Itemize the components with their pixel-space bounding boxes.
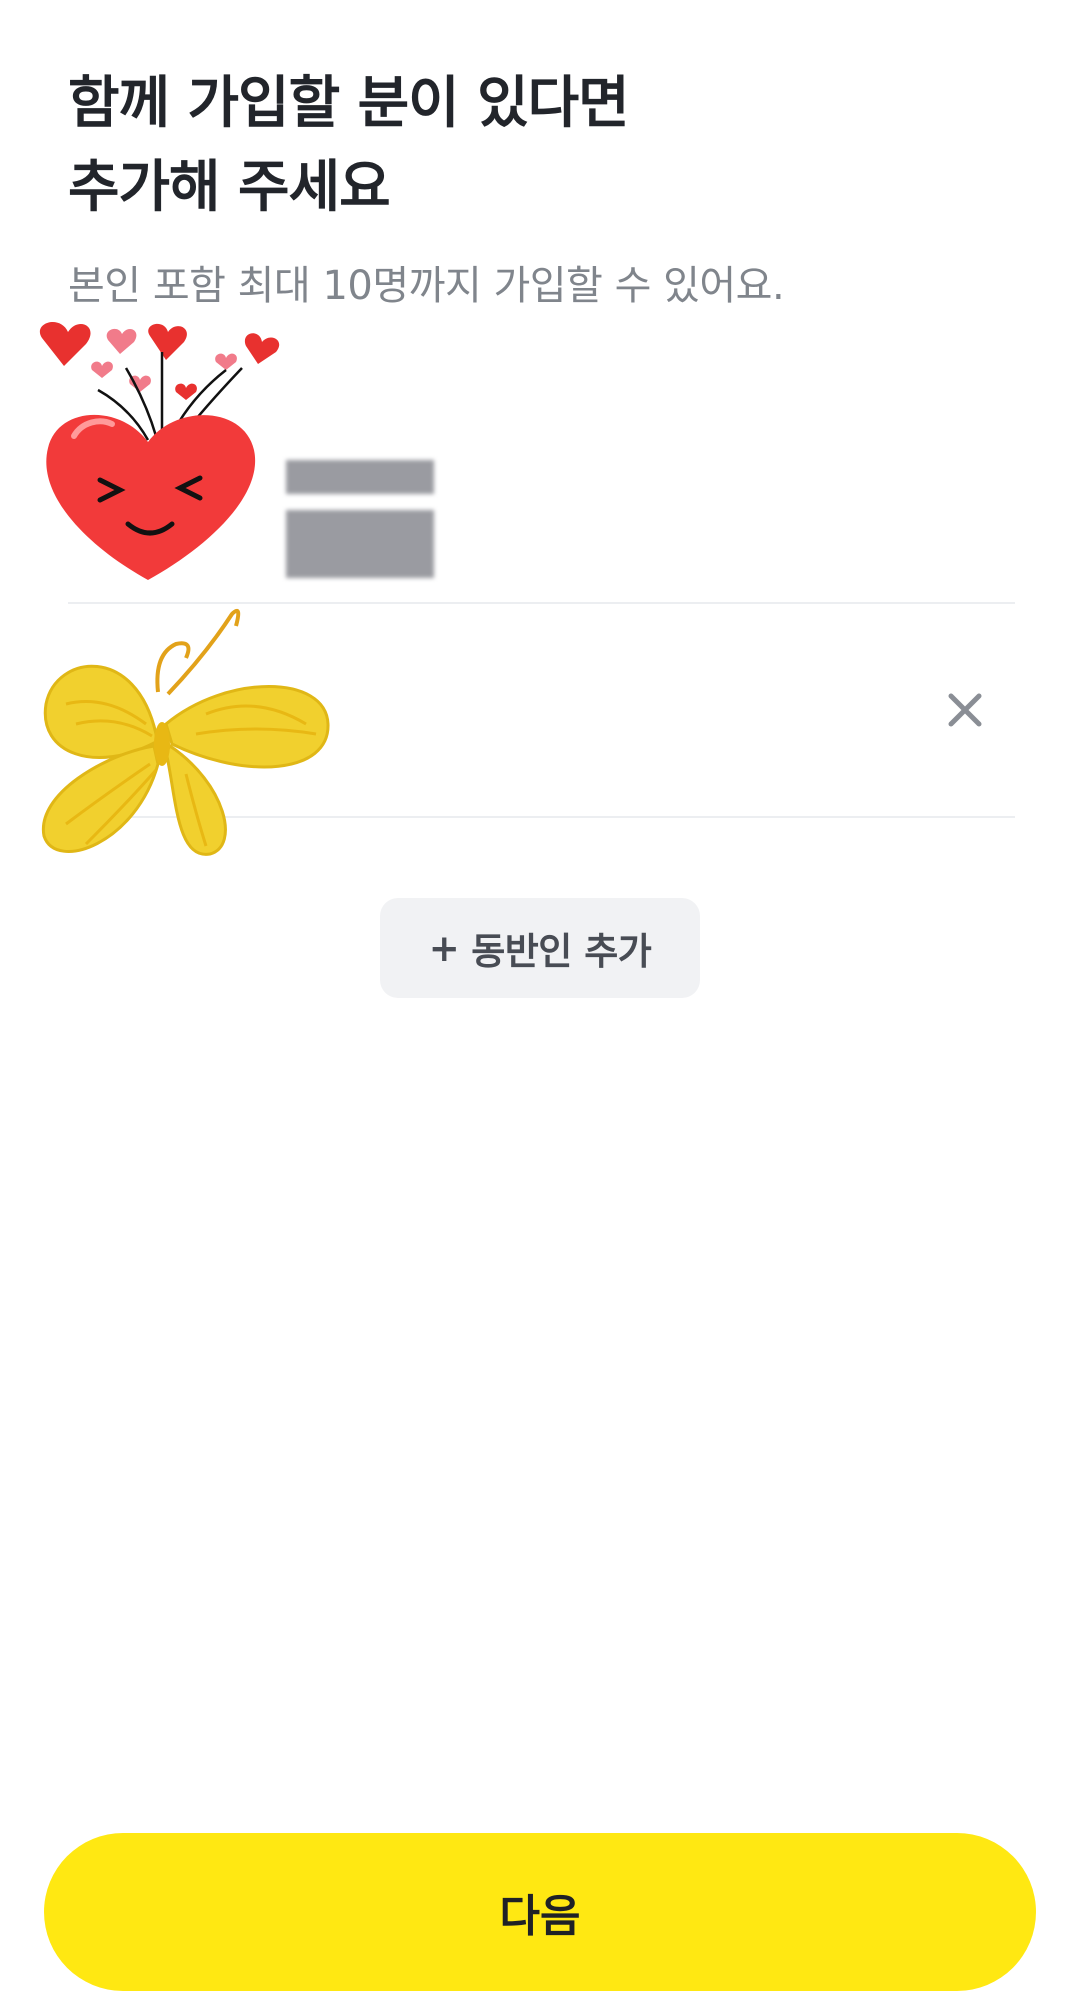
page-subtitle: 본인 포함 최대 10명까지 가입할 수 있어요.	[68, 263, 785, 309]
plus-icon: +	[428, 926, 460, 970]
next-button[interactable]: 다음	[44, 1833, 1036, 1991]
member-row-companion	[68, 604, 1015, 818]
member-row-self	[68, 390, 1015, 604]
remove-member-button[interactable]	[941, 686, 989, 734]
page-title-line1: 함께 가입할 분이 있다면	[68, 71, 630, 136]
add-companion-button[interactable]: + 동반인 추가	[380, 898, 700, 998]
close-icon	[948, 693, 982, 727]
page-title-line2: 추가해 주세요	[68, 155, 391, 220]
member-name-redacted	[286, 458, 434, 580]
add-companion-label: 동반인 추가	[471, 930, 652, 973]
next-button-label: 다음	[499, 1891, 581, 1942]
member-list	[68, 390, 1015, 818]
page-title: 함께 가입할 분이 있다면 추가해 주세요	[68, 62, 968, 230]
